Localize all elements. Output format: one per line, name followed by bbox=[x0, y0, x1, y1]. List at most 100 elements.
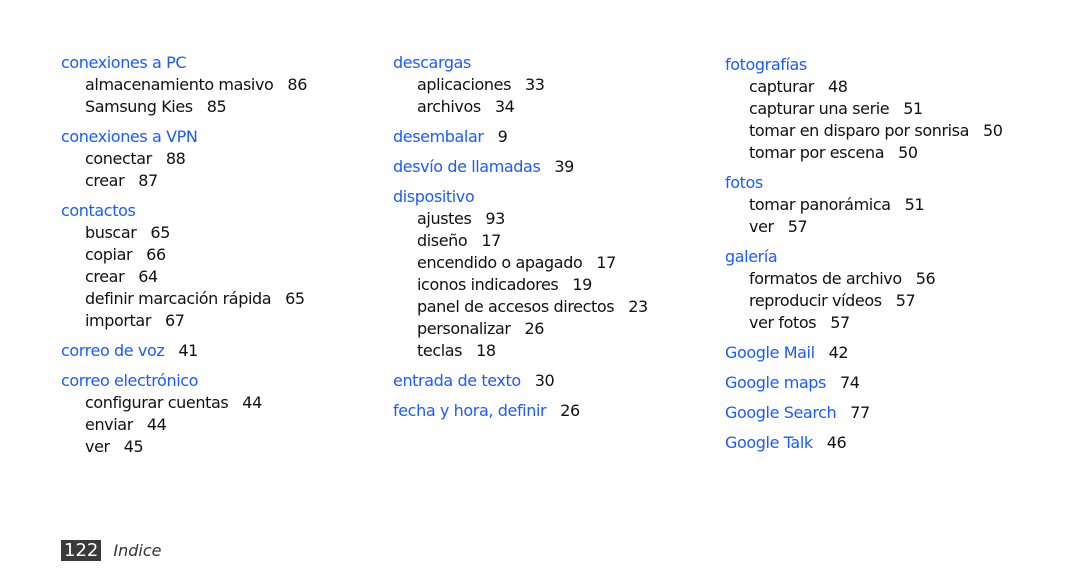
index-term: correo de voz bbox=[61, 341, 165, 360]
index-subentry: ver 57 bbox=[725, 216, 1045, 238]
index-subentry: aplicaciones 33 bbox=[393, 74, 713, 96]
index-subentry: capturar 48 bbox=[725, 76, 1045, 98]
index-subterm: formatos de archivo bbox=[749, 269, 902, 288]
index-heading: Google Search 77 bbox=[725, 402, 1045, 424]
index-page-number: 88 bbox=[165, 149, 186, 168]
index-page-number: 57 bbox=[830, 313, 850, 332]
index-subentry: buscar 65 bbox=[61, 222, 381, 244]
index-page-number: 9 bbox=[497, 127, 508, 146]
index-page-number: 34 bbox=[494, 97, 515, 116]
index-term: Google Mail bbox=[725, 343, 815, 362]
index-subentry: personalizar 26 bbox=[393, 318, 713, 340]
index-entry: galería formatos de archivo 56 reproducir v… bbox=[725, 246, 1045, 334]
index-page-number: 23 bbox=[628, 297, 648, 316]
index-subentry: definir marcación rápida 65 bbox=[61, 288, 381, 310]
index-entry: conexiones a VPN conectar 88 crear 87 bbox=[61, 126, 381, 192]
index-heading: entrada de texto 30 bbox=[393, 370, 713, 392]
index-subterm: Samsung Kies bbox=[85, 97, 193, 116]
index-entry: conexiones a PC almacenamiento masivo 86 Sa… bbox=[61, 52, 381, 118]
index-heading: dispositivo bbox=[393, 186, 713, 208]
index-subterm: archivos bbox=[417, 97, 481, 116]
index-subterm: encendido o apagado bbox=[417, 253, 583, 272]
index-subterm: panel de accesos directos bbox=[417, 297, 615, 316]
index-page-number: 57 bbox=[895, 291, 916, 310]
index-subentry: encendido o apagado 17 bbox=[393, 252, 713, 274]
index-subentry: formatos de archivo 56 bbox=[725, 268, 1045, 290]
index-subentry: crear 64 bbox=[61, 266, 381, 288]
index-heading: fecha y hora, definir 26 bbox=[393, 400, 713, 422]
index-subentry: almacenamiento masivo 86 bbox=[61, 74, 381, 96]
index-page-number: 51 bbox=[903, 99, 923, 118]
index-page-number: 44 bbox=[146, 415, 167, 434]
index-subterm: capturar una serie bbox=[749, 99, 890, 118]
index-entry: descargas aplicaciones 33 archivos 34 bbox=[393, 52, 713, 118]
index-subterm: personalizar bbox=[417, 319, 511, 338]
index-subterm: capturar bbox=[749, 77, 814, 96]
index-page-number: 26 bbox=[524, 319, 545, 338]
index-entry: Google Mail 42 bbox=[725, 342, 1045, 364]
index-subterm: buscar bbox=[85, 223, 137, 242]
index-entry: contactos buscar 65 copiar 66 crear 64 definir … bbox=[61, 200, 381, 332]
index-entry: dispositivo ajustes 93 diseño 17 encendido o … bbox=[393, 186, 713, 362]
index-heading: desvío de llamadas 39 bbox=[393, 156, 713, 178]
index-heading: galería bbox=[725, 246, 1045, 268]
index-column-2: descargas aplicaciones 33 archivos 34 desemba… bbox=[393, 52, 713, 422]
index-subentry: iconos indicadores 19 bbox=[393, 274, 713, 296]
index-page-number: 33 bbox=[525, 75, 545, 94]
index-subterm: ver bbox=[85, 437, 110, 456]
index-term: Google Talk bbox=[725, 433, 813, 452]
index-page-number: 18 bbox=[476, 341, 496, 360]
index-subterm: conectar bbox=[85, 149, 152, 168]
index-term: desembalar bbox=[393, 127, 484, 146]
section-title: Indice bbox=[113, 540, 162, 560]
index-heading: descargas bbox=[393, 52, 713, 74]
index-entry: Google maps 74 bbox=[725, 372, 1045, 394]
index-heading: correo de voz 41 bbox=[61, 340, 381, 362]
index-subterm: ver bbox=[749, 217, 774, 236]
index-subentry: ajustes 93 bbox=[393, 208, 713, 230]
index-subterm: crear bbox=[85, 171, 125, 190]
index-subterm: crear bbox=[85, 267, 125, 286]
index-term: Google maps bbox=[725, 373, 826, 392]
index-subentry: tomar en disparo por sonrisa 50 bbox=[725, 120, 1045, 142]
index-entry: correo electrónico configurar cuentas 44 en… bbox=[61, 370, 381, 458]
index-subterm: teclas bbox=[417, 341, 463, 360]
index-subterm: tomar en disparo por sonrisa bbox=[749, 121, 970, 140]
index-page-number: 48 bbox=[827, 77, 848, 96]
index-subentry: ver 45 bbox=[61, 436, 381, 458]
index-term: fecha y hora, definir bbox=[393, 401, 547, 420]
index-page-number: 65 bbox=[150, 223, 170, 242]
index-page-number: 45 bbox=[123, 437, 144, 456]
index-entry: desvío de llamadas 39 bbox=[393, 156, 713, 178]
index-subterm: importar bbox=[85, 311, 152, 330]
index-term: conexiones a VPN bbox=[61, 127, 198, 146]
index-heading: conexiones a VPN bbox=[61, 126, 381, 148]
index-page-number: 19 bbox=[572, 275, 592, 294]
index-page-number: 44 bbox=[242, 393, 262, 412]
index-term: entrada de texto bbox=[393, 371, 521, 390]
index-heading: correo electrónico bbox=[61, 370, 381, 392]
index-subentry: panel de accesos directos 23 bbox=[393, 296, 713, 318]
index-subentry: capturar una serie 51 bbox=[725, 98, 1045, 120]
index-subentry: archivos 34 bbox=[393, 96, 713, 118]
index-page-number: 42 bbox=[828, 343, 849, 362]
index-term: fotografías bbox=[725, 55, 807, 74]
index-entry: Google Search 77 bbox=[725, 402, 1045, 424]
index-page-number: 66 bbox=[146, 245, 166, 264]
index-subterm: ver fotos bbox=[749, 313, 817, 332]
index-page-number: 77 bbox=[850, 403, 870, 422]
index-page-number: 17 bbox=[596, 253, 616, 272]
page-number: 122 bbox=[61, 539, 102, 561]
index-subentry: conectar 88 bbox=[61, 148, 381, 170]
index-subterm: almacenamiento masivo bbox=[85, 75, 274, 94]
index-page-number: 41 bbox=[178, 341, 198, 360]
index-page-number: 87 bbox=[138, 171, 158, 190]
index-subterm: configurar cuentas bbox=[85, 393, 229, 412]
index-term: descargas bbox=[393, 53, 471, 72]
index-subentry: diseño 17 bbox=[393, 230, 713, 252]
index-term: contactos bbox=[61, 201, 136, 220]
index-page-number: 74 bbox=[840, 373, 860, 392]
index-page-number: 39 bbox=[554, 157, 574, 176]
index-heading: fotos bbox=[725, 172, 1045, 194]
index-page-number: 67 bbox=[165, 311, 185, 330]
